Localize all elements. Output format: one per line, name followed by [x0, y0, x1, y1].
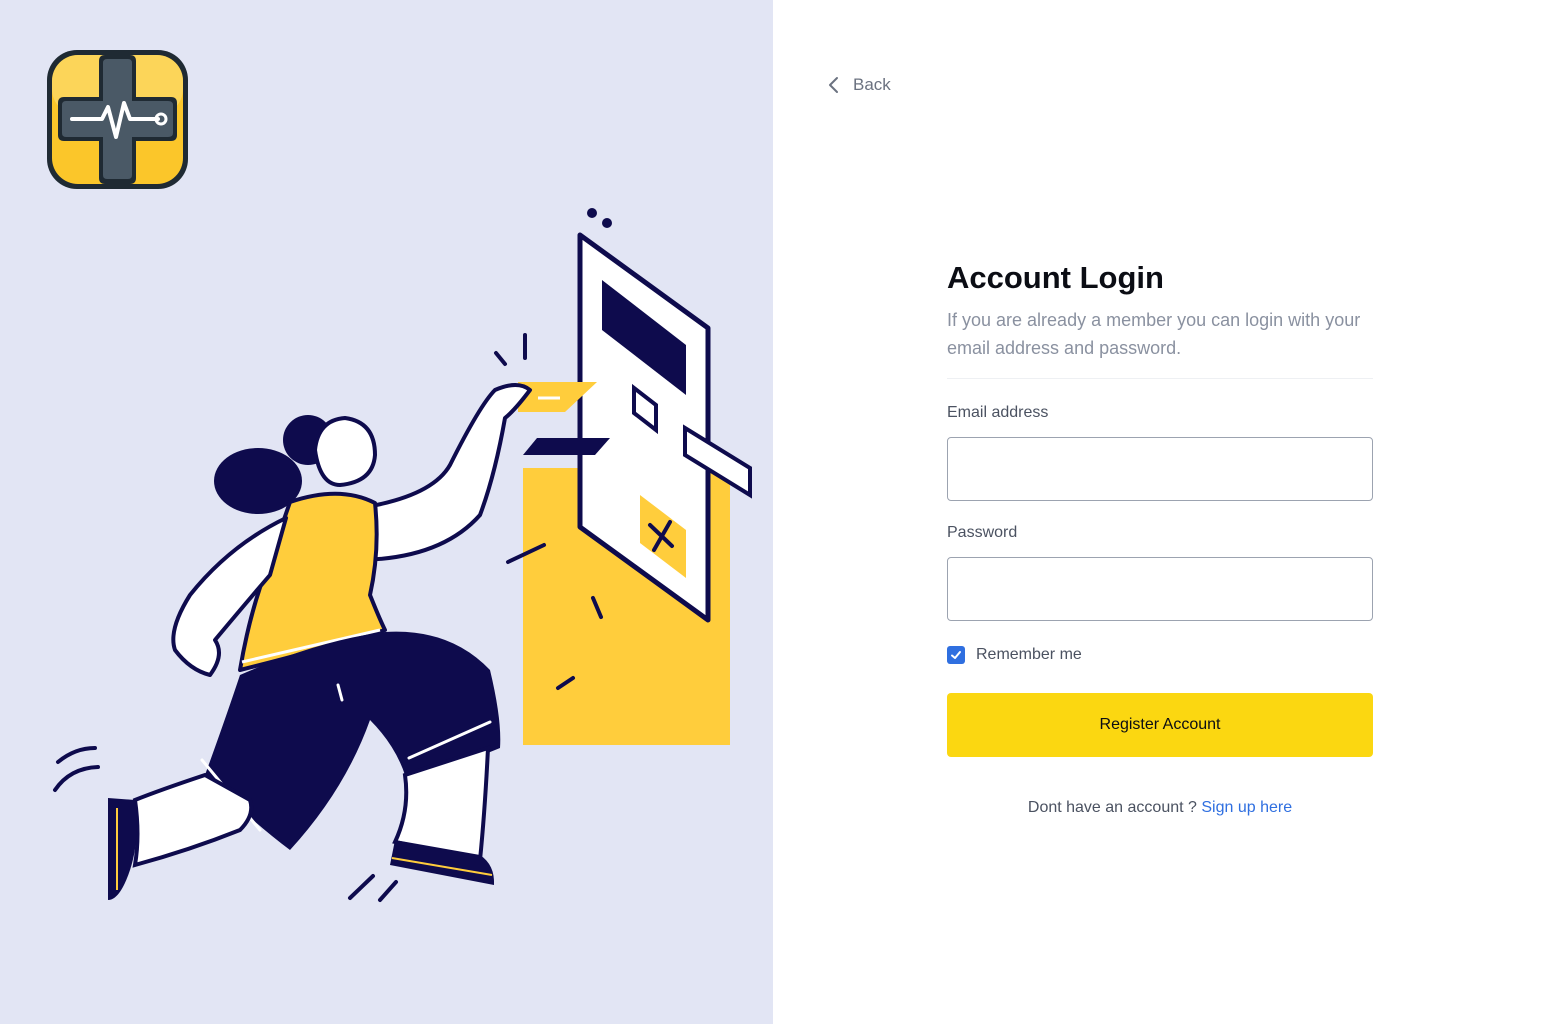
password-label: Password [947, 524, 1018, 541]
remember-me-option[interactable]: Remember me [947, 645, 1373, 665]
email-label: Email address [947, 404, 1049, 421]
remember-me-checkbox[interactable] [947, 646, 965, 664]
page-title: Account Login [947, 260, 1164, 295]
login-form: Account Login If you are already a membe… [947, 258, 1373, 817]
page-subtitle: If you are already a member you can logi… [947, 310, 1361, 358]
divider [947, 378, 1373, 379]
signup-prompt: Dont have an account ? [1027, 799, 1197, 816]
signup-row: Dont have an account ? Sign up here [947, 799, 1373, 817]
chevron-left-icon [829, 77, 838, 93]
back-label: Back [853, 75, 891, 94]
person-at-phone-illustration [53, 208, 752, 902]
illustration-panel [0, 0, 773, 1024]
medical-cross-heartbeat-icon [47, 50, 188, 189]
signup-link[interactable]: Sign up here [1201, 799, 1292, 816]
back-link[interactable]: Back [825, 72, 891, 98]
check-icon [951, 651, 961, 659]
password-field[interactable] [947, 557, 1373, 621]
remember-me-label: Remember me [976, 646, 1082, 663]
register-account-button[interactable]: Register Account [947, 693, 1373, 757]
email-field[interactable] [947, 437, 1373, 501]
login-panel: Back Account Login If you are already a … [773, 0, 1546, 1024]
